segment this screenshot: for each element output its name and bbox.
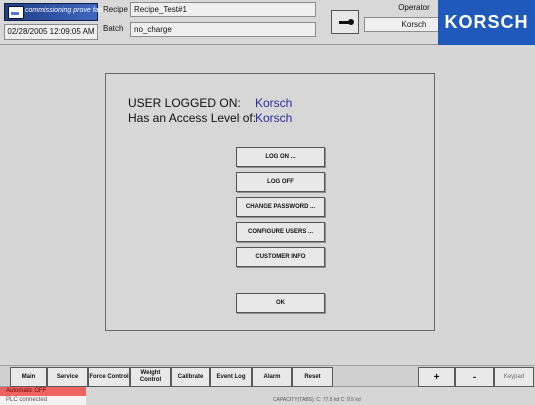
access-level-value: Korsch: [255, 111, 293, 125]
capacity-readout: CAPACITY(TABS): C: 77.5 kd C: 9.5 kd: [273, 397, 361, 403]
recipe-field: Recipe_Test#1: [130, 2, 316, 17]
main-nav-button[interactable]: Main: [10, 367, 47, 387]
brand-bar: commissioning prove fable: [4, 3, 108, 21]
automatic-status: Automatic OFF: [0, 387, 86, 396]
user-logged-on-label: USER LOGGED ON:: [128, 96, 241, 110]
change-password-button[interactable]: CHANGE PASSWORD ...: [236, 197, 325, 217]
minus-button[interactable]: -: [455, 367, 494, 387]
user-logged-on-value: Korsch: [255, 96, 293, 110]
alarm-nav-button[interactable]: Alarm: [252, 367, 292, 387]
batch-label: Batch: [103, 24, 124, 33]
datetime-display: 02/28/2005 12:09:05 AM: [4, 24, 98, 40]
recipe-label: Recipe: [103, 5, 128, 14]
log-off-button[interactable]: LOG OFF: [236, 172, 325, 192]
customer-info-button[interactable]: CUSTOMER INFO: [236, 247, 325, 267]
event-log-nav-button[interactable]: Event Log: [210, 367, 252, 387]
monitor-icon: [8, 6, 24, 19]
key-icon: [339, 19, 354, 25]
ok-button[interactable]: OK: [236, 293, 325, 313]
service-nav-button[interactable]: Service: [47, 367, 88, 387]
reset-nav-button[interactable]: Reset: [292, 367, 333, 387]
keypad-button[interactable]: Keypad: [494, 367, 534, 387]
force-control-nav-button[interactable]: Force Control: [88, 367, 130, 387]
brand-text: commissioning prove fable: [25, 7, 108, 14]
batch-field: no_charge: [130, 22, 316, 37]
access-level-label: Has an Access Level of:: [128, 111, 257, 125]
log-on-button[interactable]: LOG ON ...: [236, 147, 325, 167]
korsch-logo: KORSCH: [438, 0, 535, 45]
bottom-navigation: Main Service Force Control Weight Contro…: [0, 365, 535, 387]
weight-control-nav-button[interactable]: Weight Control: [130, 367, 171, 387]
key-button[interactable]: [331, 10, 359, 34]
plc-status: PLC connected: [0, 396, 86, 405]
configure-users-button[interactable]: CONFIGURE USERS ...: [236, 222, 325, 242]
plus-button[interactable]: +: [418, 367, 455, 387]
calibrate-nav-button[interactable]: Calibrate: [171, 367, 210, 387]
